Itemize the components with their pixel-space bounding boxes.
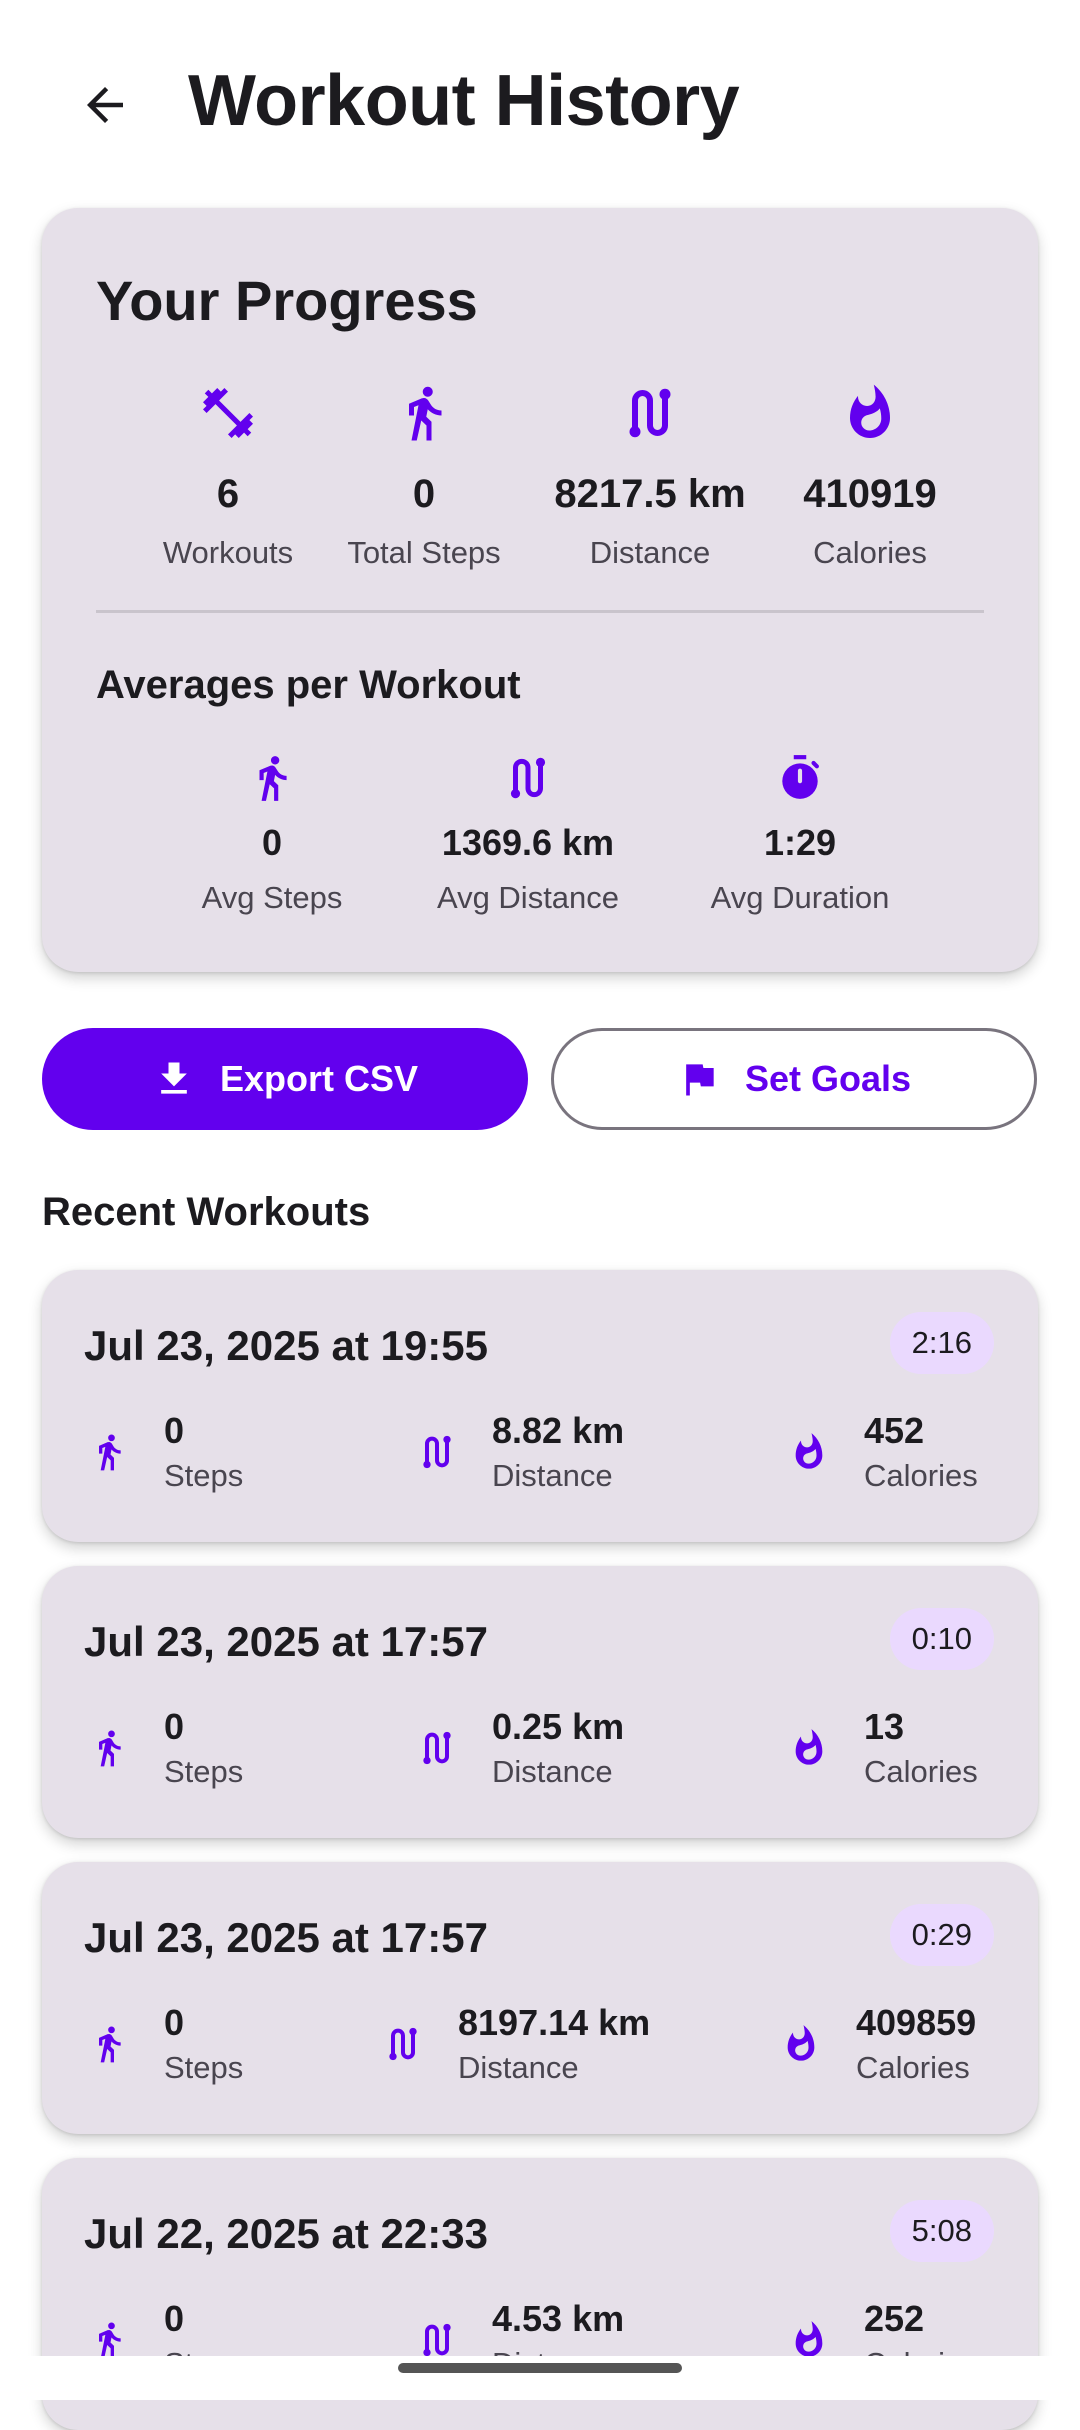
stat-label: Distance — [589, 535, 711, 570]
avg-duration: 1:29 Avg Duration — [670, 748, 930, 916]
duration-badge: 0:29 — [889, 1904, 994, 1966]
distance-label: Distance — [492, 1754, 613, 1789]
workout-steps: 0 Steps — [84, 1706, 243, 1790]
route-icon — [412, 1728, 462, 1768]
avg-distance: 1369.6 km Avg Distance — [398, 748, 658, 916]
avg-label: Avg Distance — [436, 880, 620, 915]
stat-calories: 410919 Calories — [750, 378, 990, 571]
calories-label: Calories — [856, 2050, 970, 2085]
back-button[interactable] — [60, 60, 150, 150]
workout-card[interactable]: Jul 23, 2025 at 17:57 0:29 0 Steps 8197.1… — [42, 1862, 1038, 2134]
workout-calories: 13 Calories — [784, 1706, 978, 1790]
avg-label: Avg Steps — [201, 880, 343, 915]
calories-value: 252 — [864, 2298, 925, 2339]
flame-icon — [776, 2024, 826, 2064]
workout-date: Jul 23, 2025 at 17:57 — [84, 1618, 488, 1665]
workout-card[interactable]: Jul 23, 2025 at 19:55 2:16 0 Steps 8.82 k… — [42, 1270, 1038, 1542]
route-icon — [530, 378, 770, 448]
distance-label: Distance — [492, 1458, 613, 1493]
flame-icon — [784, 1432, 834, 1472]
download-icon — [152, 1057, 196, 1101]
duration-badge: 5:08 — [889, 2200, 994, 2262]
steps-label: Steps — [164, 2050, 244, 2085]
stat-distance: 8217.5 km Distance — [530, 378, 770, 571]
steps-value: 0 — [164, 2002, 185, 2043]
calories-value: 13 — [864, 1706, 905, 1747]
workout-card[interactable]: Jul 23, 2025 at 17:57 0:10 0 Steps 0.25 k… — [42, 1566, 1038, 1838]
flame-icon — [750, 378, 990, 448]
duration-badge: 2:16 — [889, 1312, 994, 1374]
progress-title: Your Progress — [96, 269, 478, 332]
export-csv-label: Export CSV — [219, 1058, 419, 1099]
recent-workouts-title: Recent Workouts — [42, 1190, 371, 1234]
workout-date: Jul 23, 2025 at 17:57 — [84, 1914, 488, 1961]
steps-label: Steps — [164, 1458, 244, 1493]
progress-card: Your Progress 6 Workouts 0 Total Steps 8… — [42, 208, 1038, 972]
walk-icon — [304, 378, 544, 448]
workout-distance: 8.82 km Distance — [412, 1410, 624, 1494]
workout-date: Jul 22, 2025 at 22:33 — [84, 2210, 488, 2257]
avg-steps: 0 Avg Steps — [142, 748, 402, 916]
timer-icon — [670, 748, 930, 808]
distance-label: Distance — [458, 2050, 579, 2085]
flame-icon — [784, 2320, 834, 2360]
set-goals-label: Set Goals — [744, 1058, 912, 1099]
top-app-bar: Workout History — [0, 0, 1080, 210]
duration-badge: 0:10 — [889, 1608, 994, 1670]
avg-value: 1:29 — [763, 822, 837, 863]
avg-value: 1369.6 km — [441, 822, 615, 863]
page-title: Workout History — [188, 61, 740, 141]
workout-calories: 409859 Calories — [776, 2002, 976, 2086]
workout-distance: 0.25 km Distance — [412, 1706, 624, 1790]
calories-label: Calories — [864, 1458, 978, 1493]
set-goals-button[interactable]: Set Goals — [551, 1028, 1037, 1130]
stat-value: 0 — [412, 472, 436, 516]
gesture-handle[interactable] — [398, 2363, 682, 2373]
stat-label: Total Steps — [347, 535, 501, 570]
flame-icon — [784, 1728, 834, 1768]
workout-steps: 0 Steps — [84, 1410, 243, 1494]
distance-value: 4.53 km — [492, 2298, 625, 2339]
workout-date: Jul 23, 2025 at 19:55 — [84, 1322, 488, 1369]
walk-icon — [142, 748, 402, 808]
workout-steps: 0 Steps — [84, 2002, 243, 2086]
workout-distance: 8197.14 km Distance — [378, 2002, 650, 2086]
workout-calories: 452 Calories — [784, 1410, 978, 1494]
steps-label: Steps — [164, 1754, 244, 1789]
distance-value: 8.82 km — [492, 1410, 625, 1451]
stat-value: 410919 — [803, 472, 937, 516]
calories-value: 452 — [864, 1410, 925, 1451]
flag-icon — [677, 1057, 721, 1101]
route-icon — [378, 2024, 428, 2064]
stat-label: Calories — [813, 535, 927, 570]
export-csv-button[interactable]: Export CSV — [42, 1028, 528, 1130]
averages-title: Averages per Workout — [96, 663, 521, 707]
divider — [96, 610, 984, 613]
distance-value: 8197.14 km — [458, 2002, 651, 2043]
steps-value: 0 — [164, 1706, 185, 1747]
calories-value: 409859 — [856, 2002, 977, 2043]
route-icon — [398, 748, 658, 808]
stat-total-steps: 0 Total Steps — [304, 378, 544, 571]
arrow-back-icon — [87, 87, 123, 123]
distance-value: 0.25 km — [492, 1706, 625, 1747]
avg-label: Avg Duration — [710, 880, 890, 915]
stat-value: 8217.5 km — [554, 472, 746, 516]
steps-value: 0 — [164, 2298, 185, 2339]
avg-value: 0 — [261, 822, 283, 863]
calories-label: Calories — [864, 1754, 978, 1789]
route-icon — [412, 2320, 462, 2360]
walk-icon — [84, 1432, 134, 1472]
walk-icon — [84, 2320, 134, 2360]
walk-icon — [84, 1728, 134, 1768]
steps-value: 0 — [164, 1410, 185, 1451]
route-icon — [412, 1432, 462, 1472]
walk-icon — [84, 2024, 134, 2064]
